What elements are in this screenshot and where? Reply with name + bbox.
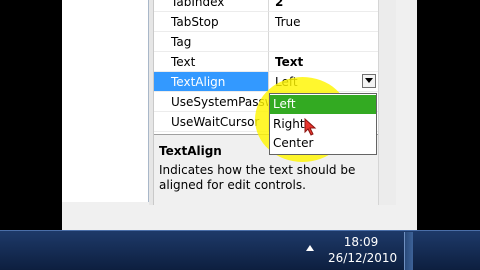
combo-dropdown-button[interactable] xyxy=(362,74,376,88)
property-value[interactable] xyxy=(268,32,378,52)
show-desktop-button[interactable] xyxy=(404,232,413,270)
option-left[interactable]: Left xyxy=(270,95,376,114)
property-row-tabstop[interactable]: TabStop True xyxy=(154,12,378,32)
chevron-down-icon xyxy=(365,78,373,83)
property-row-text[interactable]: Text Text xyxy=(154,52,378,72)
description-text: Indicates how the text should be aligned… xyxy=(159,163,356,192)
property-name: TabIndex xyxy=(154,0,268,12)
property-name: UseSystemPasswordChar xyxy=(154,92,268,112)
clock-date[interactable]: 26/12/2010 xyxy=(328,251,397,265)
property-row-tabindex[interactable]: TabIndex 2 xyxy=(154,0,378,12)
property-name: TabStop xyxy=(154,12,268,32)
description-title: TextAlign xyxy=(159,144,222,158)
clock-time[interactable]: 18:09 xyxy=(336,235,386,249)
screen-border xyxy=(417,0,480,230)
designer-surface xyxy=(62,0,149,202)
textalign-dropdown-list: Left Right Center xyxy=(269,93,377,155)
property-name: TextAlign xyxy=(154,72,268,92)
property-name: Text xyxy=(154,52,268,72)
property-row-tag[interactable]: Tag xyxy=(154,32,378,52)
property-name: Tag xyxy=(154,32,268,52)
tray-up-arrow-icon[interactable] xyxy=(306,245,314,251)
property-row-textalign[interactable]: TextAlign Left xyxy=(154,72,378,92)
property-value[interactable]: True xyxy=(268,12,378,32)
mouse-cursor-icon xyxy=(304,118,317,136)
option-center[interactable]: Center xyxy=(270,134,376,153)
property-value[interactable]: 2 xyxy=(268,0,378,12)
vertical-scrollbar[interactable] xyxy=(378,0,396,205)
property-value[interactable]: Text xyxy=(268,52,378,72)
option-right[interactable]: Right xyxy=(270,115,376,134)
taskbar-edge xyxy=(0,230,480,231)
property-name: UseWaitCursor xyxy=(154,112,268,132)
